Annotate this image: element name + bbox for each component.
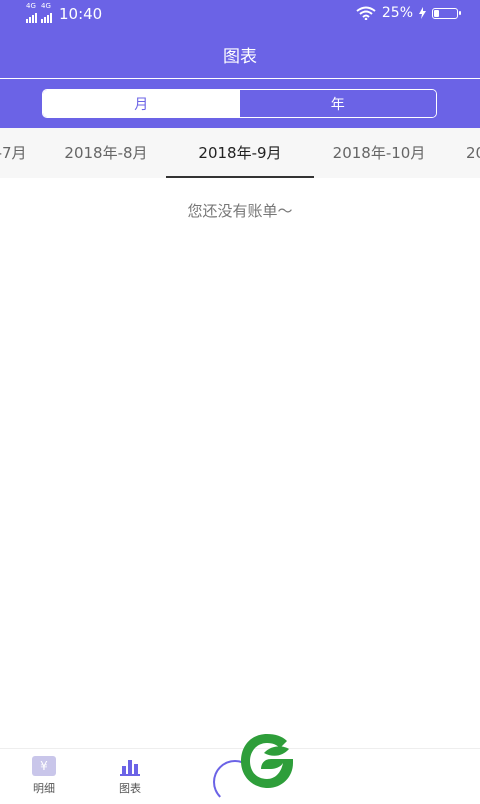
wifi-icon <box>356 6 376 20</box>
month-tab-2018-08[interactable]: 2018年-8月 <box>46 128 166 178</box>
battery-icon <box>432 7 461 19</box>
month-tab-strip[interactable]: 2018年-7月 2018年-8月 2018年-9月 2018年-10月 201… <box>0 128 480 178</box>
status-left: 4G 4G 10:40 <box>26 2 103 23</box>
tab-chart[interactable]: 图表 <box>100 755 160 796</box>
lightning-icon <box>419 7 426 19</box>
signal-icon-2: 4G <box>41 2 52 23</box>
empty-state-message: 您还没有账单～ <box>187 202 293 220</box>
yen-icon: ¥ <box>31 755 57 777</box>
signal-icon: 4G <box>26 2 37 23</box>
tab-details-label: 明细 <box>33 782 55 795</box>
month-tab-2018-11[interactable]: 2018年-11月 <box>466 128 480 178</box>
month-tab-2018-10[interactable]: 2018年-10月 <box>314 128 444 178</box>
tab-details[interactable]: ¥ 明细 <box>14 755 74 796</box>
segment-area: 月 年 <box>0 79 480 128</box>
leaf-logo <box>241 734 293 788</box>
status-right: 25% <box>356 5 461 21</box>
segment-year[interactable]: 年 <box>239 90 436 117</box>
segment-month[interactable]: 月 <box>43 90 240 117</box>
tab-chart-label: 图表 <box>119 782 141 795</box>
battery-percent: 25% <box>381 5 413 21</box>
period-segmented-control: 月 年 <box>42 89 437 118</box>
status-time: 10:40 <box>59 5 103 23</box>
status-bar: 4G 4G 10:40 25% <box>0 0 480 30</box>
page-title: 图表 <box>223 46 257 67</box>
app-bar: 图表 <box>0 30 480 78</box>
month-tab-2018-09[interactable]: 2018年-9月 <box>166 128 314 178</box>
network-type-label-2: 4G <box>41 2 51 10</box>
network-type-label: 4G <box>26 2 36 10</box>
bar-chart-icon <box>117 755 143 777</box>
month-tab-2018-07[interactable]: 2018年-7月 <box>0 128 30 178</box>
